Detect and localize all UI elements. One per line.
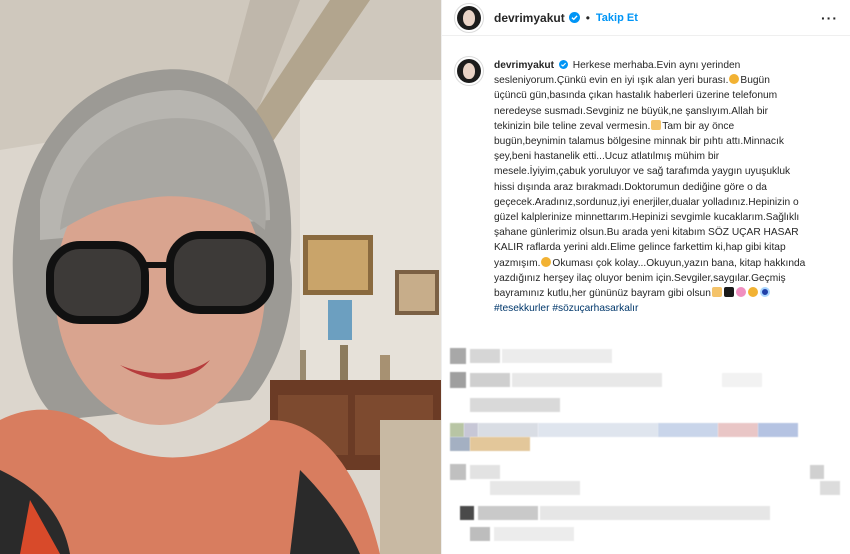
caption-username[interactable]: devrimyakut xyxy=(494,60,554,71)
blurred-comment xyxy=(450,503,770,523)
header-username[interactable]: devrimyakut xyxy=(494,11,565,25)
smile-emoji-icon xyxy=(729,74,740,85)
hashtag-link[interactable]: #tesekkurler xyxy=(494,303,550,314)
caption-line: yazmışım. xyxy=(494,257,541,269)
caption-line: sesleniyorum.Çünkü evin en iyi ışık alan… xyxy=(494,75,729,87)
smile-emoji-icon xyxy=(541,256,552,267)
blurred-comment xyxy=(450,370,762,390)
caption-text: devrimyakut Herkese merhaba.Evin aynı ye… xyxy=(494,58,838,316)
blurred-comment xyxy=(450,395,560,415)
caption-line: hissi dışında araz bırakmadı.Doktorumun … xyxy=(494,181,767,193)
post-photo[interactable] xyxy=(0,0,441,554)
caption-line: Okuması çok kolay...Okuyun,yazın bana, k… xyxy=(552,257,806,269)
caption-line: bayramınız kutlu,her gününüz bayram gibi… xyxy=(494,288,711,300)
caption-avatar[interactable] xyxy=(454,56,484,86)
blurred-comment xyxy=(450,478,840,498)
more-options-icon[interactable]: ··· xyxy=(821,10,838,26)
caption-line: tekinizin bile teline zeval vermesin. xyxy=(494,120,651,132)
heart-emoji-icon xyxy=(723,287,734,298)
caption-line: neredeyse susmadı.Sevginiz ne büyük,ne ş… xyxy=(494,105,769,117)
follow-button[interactable]: Takip Et xyxy=(596,12,638,24)
smile-emoji-icon xyxy=(747,287,758,298)
pray-emoji-icon xyxy=(651,119,662,130)
post-side-panel: devrimyakut • Takip Et ··· devrimyakut H… xyxy=(441,0,850,554)
caption-line: mesele.İyiyim,çabuk yoruluyor ve sağ tar… xyxy=(494,166,791,178)
pray-emoji-icon xyxy=(711,287,722,298)
verified-badge-icon xyxy=(568,12,580,23)
caption-line: bugün,beynimin talamus bölgesine minnak … xyxy=(494,136,784,148)
evil-eye-emoji-icon xyxy=(759,287,770,298)
flower-emoji-icon xyxy=(735,287,746,298)
caption-line: Herkese merhaba.Evin aynı yerinden xyxy=(572,60,741,71)
selfie-image xyxy=(0,0,441,554)
blurred-comment xyxy=(450,346,612,366)
separator-dot: • xyxy=(585,10,590,25)
blurred-comment xyxy=(450,434,530,454)
avatar[interactable] xyxy=(454,2,484,33)
caption-line: Bugün xyxy=(740,75,770,87)
post-header: devrimyakut • Takip Et ··· xyxy=(442,0,850,36)
blurred-comment xyxy=(450,524,574,544)
caption-line: yazdığınız herşey ilaç oluyor benim için… xyxy=(494,272,786,284)
caption-line: şey,beni hastanelik etti...Ucuz atlatılm… xyxy=(494,151,720,163)
hashtag-link[interactable]: #sözuçarhasarkalır xyxy=(552,303,638,314)
caption-line: KALIR raflarda yerini aldı.Elime gelince… xyxy=(494,242,786,254)
caption-line: Tam bir ay önce xyxy=(662,120,735,132)
caption-line: geçecek.Aradınız,sordunuz,iyi enerjiler,… xyxy=(494,196,799,208)
verified-badge-icon xyxy=(558,60,568,69)
caption-line: güzel kalplerinize minnettarım.Hepinizi … xyxy=(494,212,800,224)
caption-line: şahane günlerimiz olsun.Bu arada yeni ki… xyxy=(494,227,799,239)
caption-line: üçüncü gün,basında çıkan hastalık haberl… xyxy=(494,90,778,102)
post-caption: devrimyakut Herkese merhaba.Evin aynı ye… xyxy=(442,36,850,316)
